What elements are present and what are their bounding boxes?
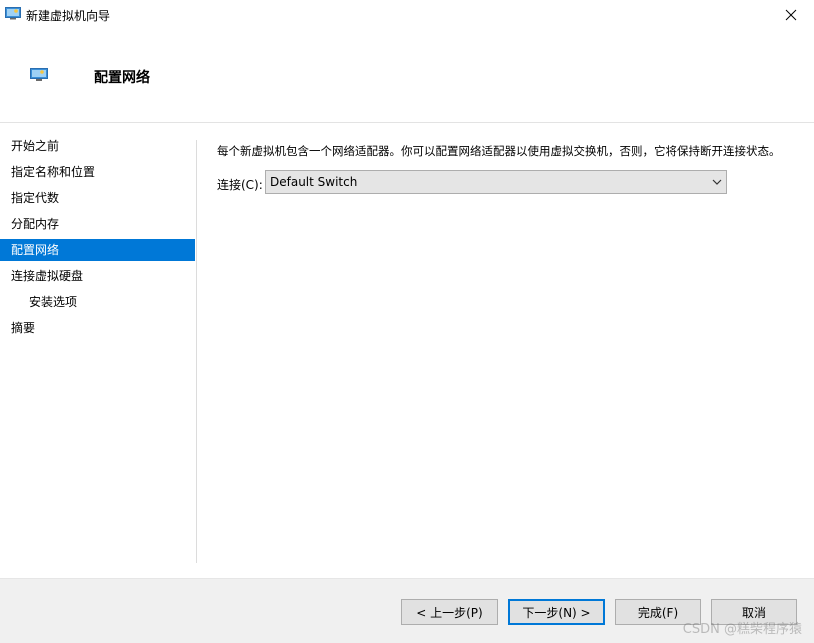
close-icon [785, 9, 797, 21]
network-adapter-icon [30, 68, 48, 81]
step-generation[interactable]: 指定代数 [0, 187, 195, 209]
connection-selected-value: Default Switch [270, 175, 358, 189]
hyper-v-icon [5, 7, 21, 20]
connection-label: 连接(C): [217, 178, 263, 192]
wizard-steps: 开始之前 指定名称和位置 指定代数 分配内存 配置网络 连接虚拟硬盘 安装选项 … [0, 123, 196, 563]
window-title: 新建虚拟机向导 [26, 9, 111, 23]
watermark: CSDN @糕柴程序猿 [682, 622, 802, 637]
previous-button[interactable]: < 上一步(P) [401, 599, 498, 625]
title-bar: 新建虚拟机向导 [0, 0, 814, 30]
step-memory[interactable]: 分配内存 [0, 213, 195, 235]
page-header: 配置网络 [0, 30, 814, 123]
step-virtual-disk[interactable]: 连接虚拟硬盘 [0, 265, 195, 287]
close-button[interactable] [768, 0, 814, 30]
chevron-down-icon [712, 179, 722, 185]
step-before-you-begin[interactable]: 开始之前 [0, 135, 195, 157]
next-button[interactable]: 下一步(N) > [508, 599, 605, 625]
network-description: 每个新虚拟机包含一个网络适配器。你可以配置网络适配器以使用虚拟交换机，否则，它将… [217, 144, 781, 158]
step-networking[interactable]: 配置网络 [0, 239, 195, 261]
connection-select[interactable]: Default Switch [265, 170, 727, 194]
sidebar-divider [196, 140, 197, 563]
step-name-location[interactable]: 指定名称和位置 [0, 161, 195, 183]
step-summary[interactable]: 摘要 [0, 317, 195, 339]
page-title: 配置网络 [94, 70, 150, 86]
wizard-footer: < 上一步(P) 下一步(N) > 完成(F) 取消 CSDN @糕柴程序猿 [0, 578, 814, 643]
step-install-options[interactable]: 安装选项 [0, 291, 195, 313]
